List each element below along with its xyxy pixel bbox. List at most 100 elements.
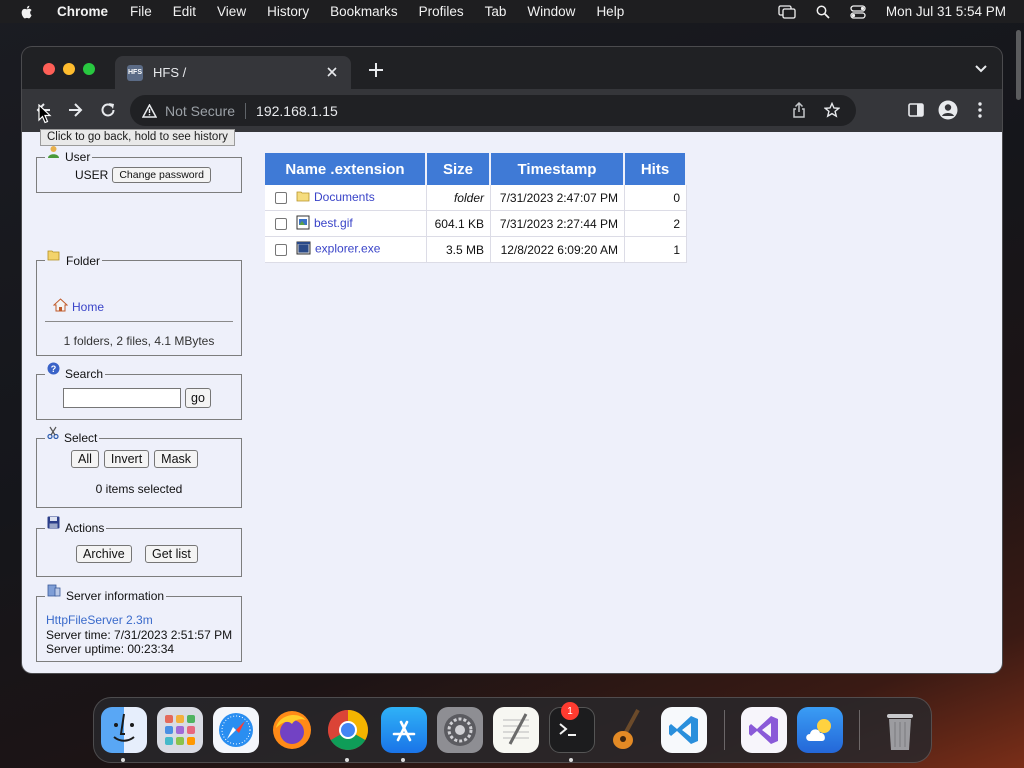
user-icon bbox=[47, 145, 60, 161]
row-checkbox[interactable] bbox=[275, 243, 287, 256]
select-panel: Select All Invert Mask 0 items selected bbox=[36, 426, 242, 508]
select-legend: Select bbox=[45, 426, 99, 446]
launchpad-icon[interactable] bbox=[157, 707, 203, 753]
row-checkbox[interactable] bbox=[275, 217, 287, 230]
menu-app-name[interactable]: Chrome bbox=[57, 4, 108, 19]
archive-button[interactable]: Archive bbox=[76, 545, 132, 563]
weather-icon[interactable] bbox=[797, 707, 843, 753]
minimize-window-button[interactable] bbox=[63, 63, 75, 75]
menu-file[interactable]: File bbox=[130, 4, 152, 19]
folder-panel: Folder Home 1 folders, 2 files, 4.1 MByt… bbox=[36, 250, 242, 356]
running-indicator bbox=[345, 758, 349, 762]
file-link[interactable]: Documents bbox=[314, 190, 375, 204]
folder-icon bbox=[296, 190, 310, 205]
server-legend-label: Server information bbox=[66, 589, 165, 603]
server-info-panel: Server information HttpFileServer 2.3m S… bbox=[36, 584, 242, 662]
username-label: USER bbox=[75, 168, 109, 182]
select-legend-label: Select bbox=[64, 431, 98, 445]
reload-button[interactable] bbox=[98, 100, 118, 120]
screen-mirroring-icon[interactable] bbox=[778, 4, 796, 19]
menu-tab[interactable]: Tab bbox=[485, 4, 507, 19]
spotlight-search-icon[interactable] bbox=[816, 5, 830, 19]
menu-window[interactable]: Window bbox=[527, 4, 575, 19]
menu-view[interactable]: View bbox=[217, 4, 246, 19]
select-all-button[interactable]: All bbox=[71, 450, 99, 468]
menu-history[interactable]: History bbox=[267, 4, 309, 19]
finder-icon[interactable] bbox=[101, 707, 147, 753]
folder-divider bbox=[45, 321, 233, 322]
chevron-down-icon[interactable] bbox=[974, 64, 988, 74]
garageband-icon[interactable] bbox=[605, 707, 651, 753]
row-checkbox[interactable] bbox=[275, 191, 287, 204]
menu-clock[interactable]: Mon Jul 31 5:54 PM bbox=[886, 4, 1006, 19]
trash-icon[interactable] bbox=[877, 707, 923, 753]
url-text[interactable]: 192.168.1.15 bbox=[256, 103, 338, 119]
name-cell: explorer.exe bbox=[265, 237, 427, 263]
safari-icon[interactable] bbox=[213, 707, 259, 753]
column-header-name[interactable]: Name .extension bbox=[265, 153, 427, 185]
control-center-icon[interactable] bbox=[850, 4, 866, 19]
menu-bookmarks[interactable]: Bookmarks bbox=[330, 4, 398, 19]
change-password-button[interactable]: Change password bbox=[112, 167, 211, 183]
actions-legend-label: Actions bbox=[65, 521, 105, 535]
home-link[interactable]: Home bbox=[72, 300, 104, 314]
hfs-version-link[interactable]: HttpFileServer 2.3m bbox=[46, 613, 153, 627]
new-tab-icon[interactable] bbox=[367, 61, 385, 79]
exe-file-icon bbox=[296, 241, 311, 258]
table-row: Documents folder 7/31/2023 2:47:07 PM 0 bbox=[265, 185, 687, 211]
address-bar[interactable]: Not Secure 192.168.1.15 bbox=[130, 95, 856, 126]
search-go-button[interactable]: go bbox=[185, 388, 211, 408]
size-cell: 604.1 KB bbox=[427, 211, 491, 237]
hits-cell: 1 bbox=[625, 237, 687, 263]
get-list-button[interactable]: Get list bbox=[145, 545, 198, 563]
image-file-icon bbox=[296, 215, 310, 233]
menu-edit[interactable]: Edit bbox=[173, 4, 196, 19]
select-mask-button[interactable]: Mask bbox=[154, 450, 199, 468]
side-panel-icon bbox=[908, 103, 924, 117]
name-cell: best.gif bbox=[265, 211, 427, 237]
apple-logo-icon[interactable] bbox=[19, 4, 35, 20]
column-header-timestamp[interactable]: Timestamp bbox=[491, 153, 625, 185]
size-cell: 3.5 MB bbox=[427, 237, 491, 263]
profile-button[interactable] bbox=[938, 100, 958, 120]
star-icon[interactable] bbox=[824, 102, 840, 118]
vscode-icon[interactable] bbox=[661, 707, 707, 753]
hfs-favicon-icon: HFS bbox=[127, 64, 143, 81]
table-row: explorer.exe 3.5 MB 12/8/2022 6:09:20 AM… bbox=[265, 237, 687, 263]
chrome-icon[interactable] bbox=[325, 707, 371, 753]
column-header-hits[interactable]: Hits bbox=[625, 153, 687, 185]
name-cell: Documents bbox=[265, 185, 427, 211]
tab-hfs[interactable]: HFS HFS / bbox=[115, 56, 351, 89]
file-link[interactable]: best.gif bbox=[314, 216, 353, 230]
system-settings-icon[interactable] bbox=[437, 707, 483, 753]
browser-toolbar: Not Secure 192.168.1.15 bbox=[22, 89, 1002, 132]
chrome-menu-button[interactable] bbox=[970, 100, 990, 120]
column-header-size[interactable]: Size bbox=[427, 153, 491, 185]
tab-title: HFS / bbox=[153, 65, 187, 80]
menu-profiles[interactable]: Profiles bbox=[419, 4, 464, 19]
close-window-button[interactable] bbox=[43, 63, 55, 75]
server-legend: Server information bbox=[45, 584, 166, 604]
file-link[interactable]: explorer.exe bbox=[315, 242, 380, 256]
menu-help[interactable]: Help bbox=[596, 4, 624, 19]
search-input[interactable] bbox=[63, 388, 181, 408]
app-store-icon[interactable] bbox=[381, 707, 427, 753]
forward-button[interactable] bbox=[65, 100, 85, 120]
mouse-cursor-icon bbox=[38, 104, 52, 124]
file-table: Name .extension Size Timestamp Hits Docu… bbox=[265, 153, 687, 263]
arrow-right-icon bbox=[69, 103, 83, 117]
fullscreen-window-button[interactable] bbox=[83, 63, 95, 75]
warning-icon[interactable] bbox=[142, 103, 157, 118]
close-tab-icon[interactable] bbox=[325, 65, 339, 79]
visual-studio-icon[interactable] bbox=[741, 707, 787, 753]
not-secure-label[interactable]: Not Secure bbox=[165, 103, 235, 119]
textedit-icon[interactable] bbox=[493, 707, 539, 753]
menu-bar: Chrome File Edit View History Bookmarks … bbox=[0, 0, 1024, 23]
actions-panel: Actions Archive Get list bbox=[36, 516, 242, 577]
search-panel: ? Search go bbox=[36, 362, 242, 420]
select-invert-button[interactable]: Invert bbox=[103, 450, 150, 468]
share-icon[interactable] bbox=[792, 102, 806, 118]
firefox-icon[interactable] bbox=[269, 707, 315, 753]
side-panel-button[interactable] bbox=[906, 100, 926, 120]
dock-separator bbox=[724, 710, 725, 750]
